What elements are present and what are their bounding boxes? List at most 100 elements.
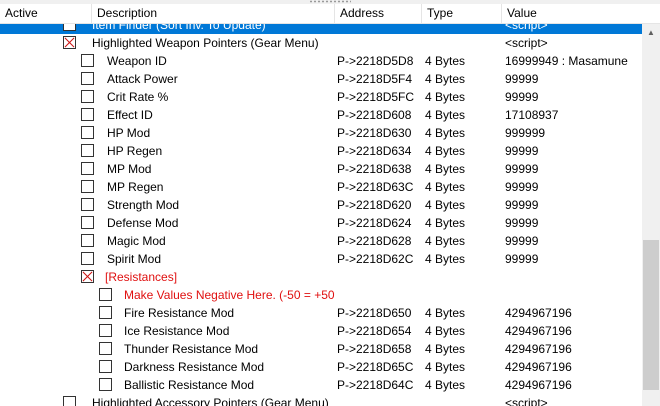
active-checkbox[interactable] bbox=[99, 360, 112, 373]
active-checkbox[interactable] bbox=[99, 342, 112, 355]
table-row[interactable]: [Resistances] bbox=[0, 268, 642, 286]
table-row[interactable]: Attack Power P->2218D5F4 4 Bytes 99999 bbox=[0, 70, 642, 88]
row-description: Highlighted Accessory Pointers (Gear Men… bbox=[92, 396, 329, 406]
table-row[interactable]: Highlighted Accessory Pointers (Gear Men… bbox=[0, 394, 642, 406]
table-row[interactable]: Make Values Negative Here. (-50 = +50%) bbox=[0, 286, 642, 304]
active-checkbox[interactable] bbox=[99, 378, 112, 391]
row-value: 4294967196 bbox=[505, 360, 572, 374]
table-row[interactable]: Darkness Resistance Mod P->2218D65C 4 Byte… bbox=[0, 358, 642, 376]
table-row[interactable]: Ice Resistance Mod P->2218D654 4 Bytes 4294… bbox=[0, 322, 642, 340]
column-header-address[interactable]: Address bbox=[335, 4, 422, 23]
table-row[interactable]: MP Mod P->2218D638 4 Bytes 99999 bbox=[0, 160, 642, 178]
row-type: 4 Bytes bbox=[425, 216, 466, 230]
row-value: 4294967196 bbox=[505, 378, 572, 392]
active-checkbox[interactable] bbox=[81, 216, 94, 229]
table-row[interactable]: Highlighted Weapon Pointers (Gear Menu) <… bbox=[0, 34, 642, 52]
row-description: Item Finder (Sort Inv. To Update) bbox=[92, 24, 266, 32]
table-row[interactable]: Magic Mod P->2218D628 4 Bytes 99999 bbox=[0, 232, 642, 250]
row-type: 4 Bytes bbox=[425, 234, 466, 248]
row-type: 4 Bytes bbox=[425, 360, 466, 374]
active-checkbox[interactable] bbox=[81, 144, 94, 157]
table-row[interactable]: HP Regen P->2218D634 4 Bytes 99999 bbox=[0, 142, 642, 160]
row-type: 4 Bytes bbox=[425, 324, 466, 338]
table-row[interactable]: Defense Mod P->2218D624 4 Bytes 99999 bbox=[0, 214, 642, 232]
row-description: Darkness Resistance Mod bbox=[124, 360, 265, 374]
row-description: MP Mod bbox=[107, 162, 152, 176]
row-description: Magic Mod bbox=[107, 234, 166, 248]
active-checkbox-checked[interactable] bbox=[63, 36, 76, 49]
active-checkbox[interactable] bbox=[81, 72, 94, 85]
active-checkbox[interactable] bbox=[81, 162, 94, 175]
row-value: 16999949 : Masamune bbox=[505, 54, 628, 68]
row-value: 4294967196 bbox=[505, 342, 572, 356]
row-address: P->2218D628 bbox=[337, 234, 412, 248]
row-type bbox=[425, 34, 502, 52]
active-checkbox[interactable] bbox=[99, 288, 112, 301]
row-address bbox=[337, 394, 422, 406]
row-value: 999999 bbox=[505, 126, 546, 140]
row-value bbox=[505, 286, 642, 304]
active-checkbox[interactable] bbox=[99, 324, 112, 337]
table-row[interactable]: MP Regen P->2218D63C 4 Bytes 99999 bbox=[0, 178, 642, 196]
row-address: P->2218D620 bbox=[337, 198, 412, 212]
cheat-table-list[interactable]: Item Finder (Sort Inv. To Update) <script… bbox=[0, 24, 642, 406]
row-description: Ice Resistance Mod bbox=[124, 324, 230, 338]
row-address: P->2218D65C bbox=[337, 360, 414, 374]
active-checkbox[interactable] bbox=[81, 126, 94, 139]
table-row[interactable]: Spirit Mod P->2218D62C 4 Bytes 99999 bbox=[0, 250, 642, 268]
column-header: Active Description Address Type Value bbox=[0, 4, 660, 24]
active-checkbox[interactable] bbox=[81, 54, 94, 67]
row-type: 4 Bytes bbox=[425, 306, 466, 320]
row-description: Effect ID bbox=[107, 108, 153, 122]
table-row[interactable]: Ballistic Resistance Mod P->2218D64C 4 Byt… bbox=[0, 376, 642, 394]
row-type: 4 Bytes bbox=[425, 252, 466, 266]
row-value: 99999 bbox=[505, 234, 539, 248]
active-checkbox[interactable] bbox=[81, 108, 94, 121]
row-type: 4 Bytes bbox=[425, 342, 466, 356]
active-checkbox[interactable] bbox=[81, 198, 94, 211]
active-checkbox[interactable] bbox=[81, 252, 94, 265]
active-checkbox[interactable] bbox=[63, 24, 76, 31]
active-checkbox[interactable] bbox=[99, 306, 112, 319]
active-checkbox[interactable] bbox=[63, 396, 76, 406]
row-description: [Resistances] bbox=[105, 270, 178, 284]
column-header-active[interactable]: Active bbox=[0, 4, 92, 23]
active-checkbox-checked[interactable] bbox=[81, 270, 94, 283]
row-value: 99999 bbox=[505, 216, 539, 230]
row-value: 99999 bbox=[505, 252, 539, 266]
row-description: Thunder Resistance Mod bbox=[124, 342, 259, 356]
column-header-value[interactable]: Value bbox=[502, 4, 660, 23]
table-row[interactable]: Thunder Resistance Mod P->2218D658 4 Bytes… bbox=[0, 340, 642, 358]
row-type: 4 Bytes bbox=[425, 144, 466, 158]
table-row[interactable]: Fire Resistance Mod P->2218D650 4 Bytes 429… bbox=[0, 304, 642, 322]
table-row[interactable]: Item Finder (Sort Inv. To Update) <script… bbox=[0, 24, 642, 34]
row-type bbox=[425, 24, 502, 34]
row-type bbox=[425, 394, 502, 406]
active-checkbox[interactable] bbox=[81, 234, 94, 247]
row-type: 4 Bytes bbox=[425, 162, 466, 176]
row-address bbox=[337, 268, 422, 286]
row-value: 17108937 bbox=[505, 108, 559, 122]
vertical-scrollbar[interactable]: ▲ bbox=[642, 24, 660, 406]
table-row[interactable]: Effect ID P->2218D608 4 Bytes 17108937 bbox=[0, 106, 642, 124]
row-address: P->2218D634 bbox=[337, 144, 412, 158]
table-row[interactable]: Weapon ID P->2218D5D8 4 Bytes 16999949 : Ma… bbox=[0, 52, 642, 70]
row-description: Make Values Negative Here. (-50 = +50%) bbox=[124, 288, 335, 302]
table-row[interactable]: HP Mod P->2218D630 4 Bytes 999999 bbox=[0, 124, 642, 142]
active-checkbox[interactable] bbox=[81, 90, 94, 103]
row-value: <script> bbox=[505, 24, 548, 32]
row-value: <script> bbox=[505, 396, 548, 406]
chevron-up-icon[interactable]: ▲ bbox=[642, 24, 660, 42]
column-header-type[interactable]: Type bbox=[422, 4, 502, 23]
row-address: P->2218D64C bbox=[337, 378, 414, 392]
row-description: Fire Resistance Mod bbox=[124, 306, 235, 320]
table-row[interactable]: Crit Rate % P->2218D5FC 4 Bytes 99999 bbox=[0, 88, 642, 106]
row-description: MP Regen bbox=[107, 180, 164, 194]
grip-dots bbox=[309, 0, 351, 3]
row-value: 99999 bbox=[505, 144, 539, 158]
column-header-description[interactable]: Description bbox=[92, 4, 335, 23]
table-row[interactable]: Strength Mod P->2218D620 4 Bytes 99999 bbox=[0, 196, 642, 214]
row-description: Weapon ID bbox=[107, 54, 167, 68]
active-checkbox[interactable] bbox=[81, 180, 94, 193]
scrollbar-thumb[interactable] bbox=[643, 240, 659, 390]
